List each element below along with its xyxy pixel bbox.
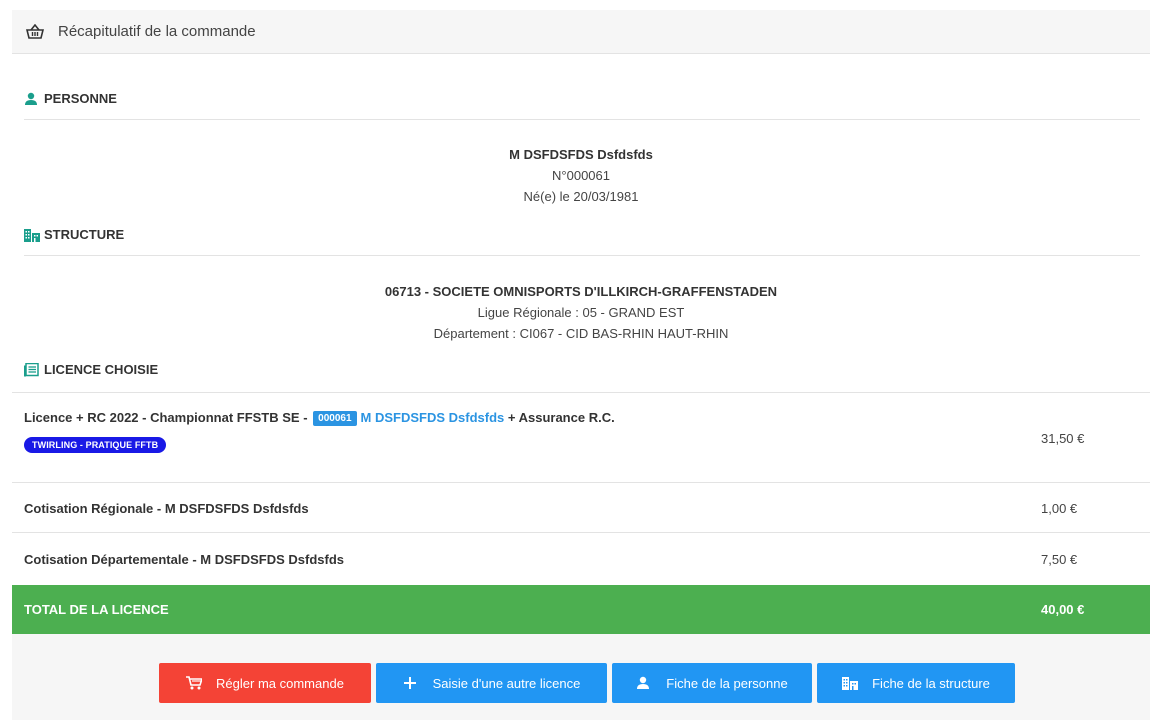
- person-icon: [636, 676, 652, 690]
- line-row-departemental: Cotisation Départementale - M DSFDSFDS D…: [12, 532, 1150, 586]
- line-row-regional: Cotisation Régionale - M DSFDSFDS Dsfdsf…: [12, 482, 1150, 533]
- order-summary-card: Récapitulatif de la commande PERSONNE M …: [12, 10, 1150, 720]
- building-icon: [842, 676, 859, 690]
- structure-ligue: Ligue Régionale : 05 - GRAND EST: [477, 305, 685, 320]
- person-birth: Né(e) le 20/03/1981: [523, 189, 639, 204]
- departemental-amount: 7,50 €: [1041, 552, 1078, 567]
- licence-amount: 31,50 €: [1041, 431, 1085, 446]
- cart-icon: [186, 676, 204, 690]
- new-licence-button[interactable]: Saisie d'une autre licence: [376, 663, 607, 703]
- section-licence-title: LICENCE CHOISIE: [12, 362, 158, 377]
- section-structure-title: STRUCTURE: [12, 227, 124, 242]
- total-amount: 40,00 €: [1041, 602, 1085, 617]
- licence-main-label: Licence + RC 2022 - Championnat FFSTB SE…: [24, 410, 615, 426]
- licence-number-badge: 000061: [313, 411, 357, 426]
- person-link[interactable]: M DSFDSFDS Dsfdsfds: [361, 410, 505, 425]
- total-row: TOTAL DE LA LICENCE 40,00 €: [12, 585, 1150, 634]
- regional-amount: 1,00 €: [1041, 501, 1078, 516]
- person-number: N°000061: [552, 168, 610, 183]
- list-icon: [24, 362, 39, 377]
- page-title: Récapitulatif de la commande: [58, 23, 256, 40]
- person-info: M DSFDSFDS Dsfdsfds N°000061 Né(e) le 20…: [12, 144, 1150, 207]
- person-name: M DSFDSFDS Dsfdsfds: [509, 147, 653, 162]
- regional-label: Cotisation Régionale - M DSFDSFDS Dsfdsf…: [24, 501, 309, 516]
- basket-icon: [25, 23, 45, 40]
- person-sheet-button[interactable]: Fiche de la personne: [612, 663, 812, 703]
- divider: [24, 119, 1140, 120]
- building-icon: [24, 228, 40, 242]
- structure-departement: Département : CI067 - CID BAS-RHIN HAUT-…: [433, 326, 729, 341]
- discipline-tag: TWIRLING - PRATIQUE FFTB: [24, 436, 167, 453]
- pay-order-button[interactable]: Régler ma commande: [159, 663, 371, 703]
- structure-sheet-button[interactable]: Fiche de la structure: [817, 663, 1015, 703]
- licence-main-row: Licence + RC 2022 - Championnat FFSTB SE…: [12, 392, 1150, 483]
- section-person-title: PERSONNE: [12, 91, 117, 106]
- person-icon: [24, 92, 38, 106]
- total-label: TOTAL DE LA LICENCE: [24, 602, 169, 617]
- divider: [24, 255, 1140, 256]
- structure-name: 06713 - SOCIETE OMNISPORTS D'ILLKIRCH-GR…: [384, 284, 778, 299]
- card-header: Récapitulatif de la commande: [12, 10, 1150, 54]
- structure-info: 06713 - SOCIETE OMNISPORTS D'ILLKIRCH-GR…: [12, 281, 1150, 344]
- action-footer: Régler ma commande Saisie d'une autre li…: [12, 634, 1150, 720]
- plus-icon: [403, 676, 419, 690]
- departemental-label: Cotisation Départementale - M DSFDSFDS D…: [24, 552, 344, 567]
